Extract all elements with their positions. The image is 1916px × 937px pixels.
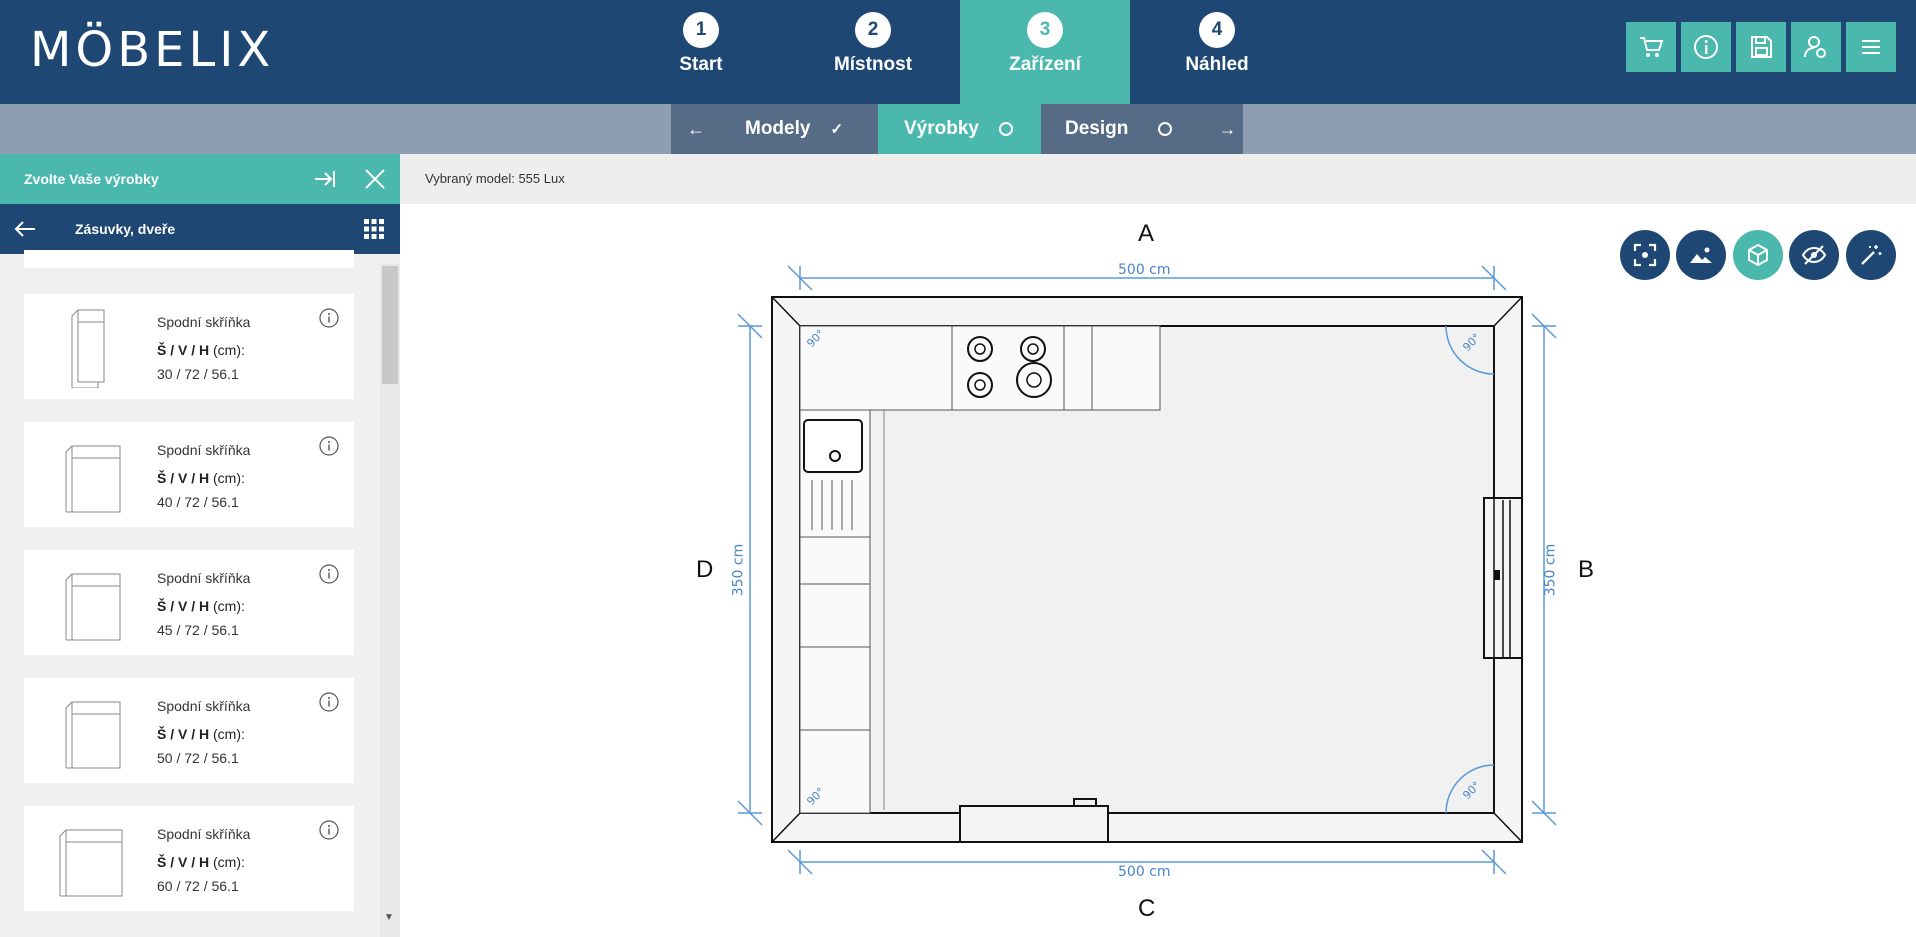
wall-label-c: C xyxy=(1138,895,1156,922)
bottom-fixture xyxy=(959,805,1109,843)
wall-label-d: D xyxy=(696,556,714,583)
wall-label-b: B xyxy=(1578,556,1595,583)
dimension-bottom: 500 cm xyxy=(1118,864,1171,880)
dimension-top: 500 cm xyxy=(1118,262,1171,278)
dimension-right: 350 cm xyxy=(1542,543,1559,597)
wall-label-a: A xyxy=(1138,220,1155,247)
sink xyxy=(803,419,863,473)
dimension-left: 350 cm xyxy=(730,543,747,597)
floor-plan-drawing xyxy=(737,265,1557,875)
